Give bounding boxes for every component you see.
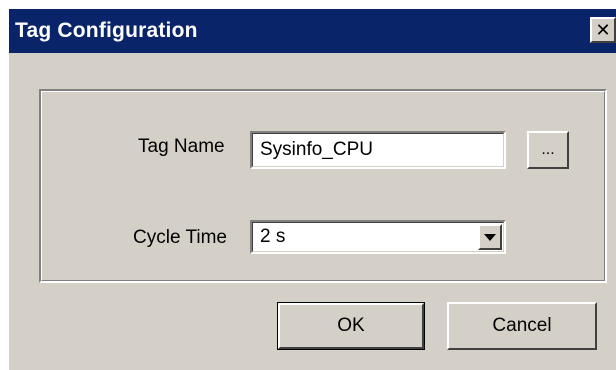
tag-name-input[interactable]: Sysinfo_CPU [250, 131, 506, 169]
close-icon: ✕ [595, 20, 611, 40]
tag-configuration-dialog: Tag Configuration ✕ Tag Name Sysinfo_CPU… [7, 7, 616, 370]
ok-button[interactable]: OK [277, 302, 425, 350]
cycle-time-dropdown[interactable]: 2 s [250, 220, 506, 254]
cycle-time-label: Cycle Time [133, 227, 227, 248]
tag-name-value: Sysinfo_CPU [260, 139, 373, 160]
cycle-time-value: 2 s [260, 226, 286, 247]
dropdown-arrow-button[interactable] [478, 224, 502, 250]
browse-button-label: ... [541, 141, 555, 158]
ok-button-label: OK [337, 315, 365, 336]
close-button[interactable]: ✕ [590, 17, 616, 43]
browse-button[interactable]: ... [527, 131, 569, 169]
cancel-button-label: Cancel [492, 315, 552, 336]
cancel-button[interactable]: Cancel [447, 302, 597, 350]
settings-group-box: Tag Name Sysinfo_CPU ... Cycle Time 2 s [39, 89, 607, 283]
tag-name-label: Tag Name [138, 136, 225, 157]
dialog-title: Tag Configuration [15, 19, 198, 42]
chevron-down-icon [484, 233, 496, 241]
title-bar[interactable]: Tag Configuration ✕ [9, 9, 616, 53]
